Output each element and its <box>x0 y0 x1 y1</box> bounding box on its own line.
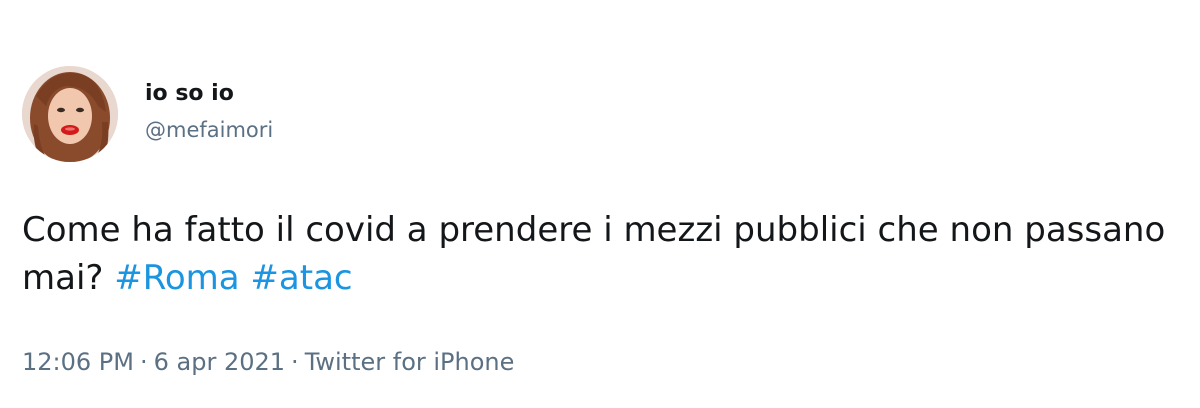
display-name[interactable]: io so io <box>145 80 273 108</box>
tweet-text: Come ha fatto il covid a prendere i mezz… <box>22 206 1172 302</box>
hashtag-roma[interactable]: #Roma <box>114 258 239 298</box>
tweet-source[interactable]: Twitter for iPhone <box>305 348 515 376</box>
author-block[interactable]: io so io @mefaimori <box>145 80 273 144</box>
profile-photo-icon <box>22 66 118 162</box>
tweet-time[interactable]: 12:06 PM <box>22 348 134 376</box>
meta-separator: · <box>139 348 148 376</box>
avatar[interactable] <box>22 66 118 162</box>
hashtag-atac[interactable]: #atac <box>250 258 352 298</box>
tweet-date[interactable]: 6 apr 2021 <box>154 348 285 376</box>
tweet-meta: 12:06 PM · 6 apr 2021 · Twitter for iPhone <box>22 346 514 378</box>
user-handle[interactable]: @mefaimori <box>145 116 273 144</box>
meta-separator: · <box>291 348 299 376</box>
tweet-card: io so io @mefaimori Come ha fatto il cov… <box>0 0 1200 408</box>
